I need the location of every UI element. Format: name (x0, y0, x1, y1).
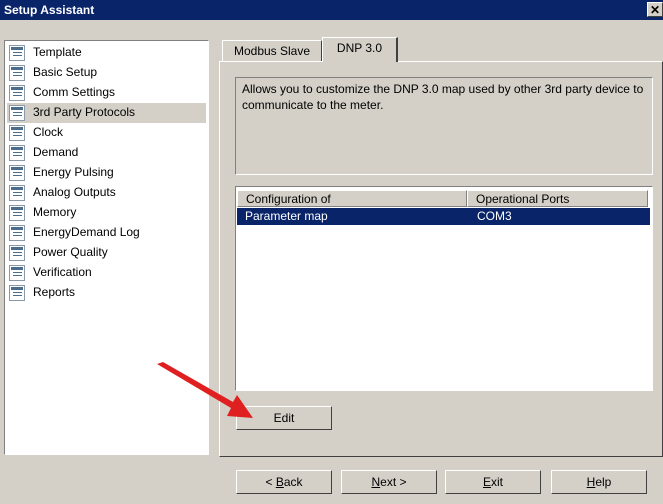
sidebar-item-label: Template (33, 45, 82, 59)
sidebar-item-label: Basic Setup (33, 65, 98, 79)
column-header-configuration[interactable]: Configuration of (237, 190, 467, 207)
sidebar-item-label: Analog Outputs (33, 185, 116, 199)
sidebar-item-clock[interactable]: Clock (7, 123, 206, 143)
settings-page-icon (9, 145, 25, 161)
settings-page-icon (9, 45, 25, 61)
window-title: Setup Assistant (4, 3, 95, 17)
settings-page-icon (9, 265, 25, 281)
cell-ports: COM3 (477, 209, 512, 223)
sidebar-item-reports[interactable]: Reports (7, 283, 206, 303)
tab-modbus-slave[interactable]: Modbus Slave (222, 40, 322, 62)
sidebar-item-label: 3rd Party Protocols (33, 105, 136, 119)
tab-dnp-3-0[interactable]: DNP 3.0 (322, 37, 398, 62)
sidebar-item-label: Verification (33, 265, 92, 279)
sidebar-item-label: Power Quality (33, 245, 108, 259)
sidebar-item-basic-setup[interactable]: Basic Setup (7, 63, 206, 83)
sidebar-item-label: Comm Settings (33, 85, 116, 99)
setup-assistant-window: Setup Assistant ✕ Template Basic Setup C… (0, 0, 663, 504)
next-button-label: Next > (371, 475, 407, 489)
sidebar-item-label: Clock (33, 125, 64, 139)
sidebar-item-analog-outputs[interactable]: Analog Outputs (7, 183, 206, 203)
close-icon[interactable]: ✕ (647, 2, 663, 17)
sidebar-item-energy-pulsing[interactable]: Energy Pulsing (7, 163, 206, 183)
settings-page-icon (9, 245, 25, 261)
cell-configuration: Parameter map (245, 209, 328, 223)
next-button[interactable]: Next > (341, 470, 437, 494)
sidebar-item-memory[interactable]: Memory (7, 203, 206, 223)
sidebar-item-verification[interactable]: Verification (7, 263, 206, 283)
settings-page-icon (9, 205, 25, 221)
table-row[interactable]: Parameter map COM3 (237, 208, 650, 225)
sidebar-item-label: Demand (33, 145, 79, 159)
sidebar-item-label: Reports (33, 285, 76, 299)
settings-page-icon (9, 125, 25, 141)
settings-page-icon (9, 185, 25, 201)
annotation-arrow (157, 362, 253, 418)
back-button[interactable]: < Back (236, 470, 332, 494)
sidebar-item-power-quality[interactable]: Power Quality (7, 243, 206, 263)
column-header-ports[interactable]: Operational Ports (467, 190, 648, 207)
sidebar-item-comm-settings[interactable]: Comm Settings (7, 83, 206, 103)
settings-page-icon (9, 65, 25, 81)
exit-button[interactable]: Exit (445, 470, 541, 494)
help-button[interactable]: Help (551, 470, 647, 494)
sidebar-item-label: Energy Pulsing (33, 165, 114, 179)
settings-page-icon (9, 85, 25, 101)
help-button-label: Help (586, 475, 612, 489)
sidebar-item-label: EnergyDemand Log (33, 225, 140, 239)
settings-page-icon (9, 165, 25, 181)
settings-page-icon (9, 285, 25, 301)
exit-button-label: Exit (482, 475, 503, 489)
back-button-label: < Back (265, 475, 303, 489)
sidebar-item-3rd-party-protocols[interactable]: 3rd Party Protocols (7, 103, 206, 123)
sidebar-item-demand[interactable]: Demand (7, 143, 206, 163)
settings-page-icon (9, 225, 25, 241)
title-bar[interactable]: Setup Assistant ✕ (0, 0, 663, 20)
sidebar-item-template[interactable]: Template (7, 43, 206, 63)
settings-page-icon (9, 105, 25, 121)
description-box: Allows you to customize the DNP 3.0 map … (235, 77, 653, 175)
sidebar-item-energydemand-log[interactable]: EnergyDemand Log (7, 223, 206, 243)
sidebar-item-label: Memory (33, 205, 77, 219)
